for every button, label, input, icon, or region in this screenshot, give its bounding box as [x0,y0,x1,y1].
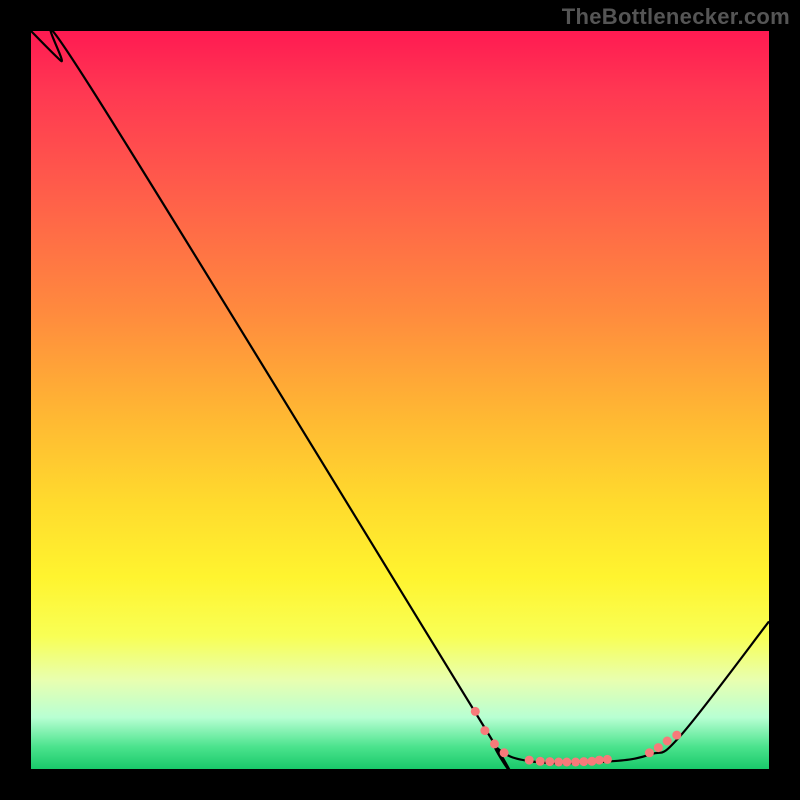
data-point [545,757,554,766]
chart-frame: TheBottlenecker.com [0,0,800,800]
data-point [471,707,480,716]
data-point [672,731,681,740]
bottleneck-curve [31,31,769,769]
data-point [562,758,571,767]
data-point [603,755,612,764]
data-point [663,737,672,746]
data-point [480,726,489,735]
data-point [571,758,580,767]
data-point [595,756,604,765]
data-point [500,748,509,757]
data-point [554,758,563,767]
data-point [490,739,499,748]
data-point [536,757,545,766]
data-point [645,748,654,757]
plot-area [31,31,769,769]
data-point [525,756,534,765]
attribution-text: TheBottlenecker.com [562,4,790,30]
bottleneck-curve-svg [31,31,769,769]
data-point [579,757,588,766]
data-point [654,743,663,752]
